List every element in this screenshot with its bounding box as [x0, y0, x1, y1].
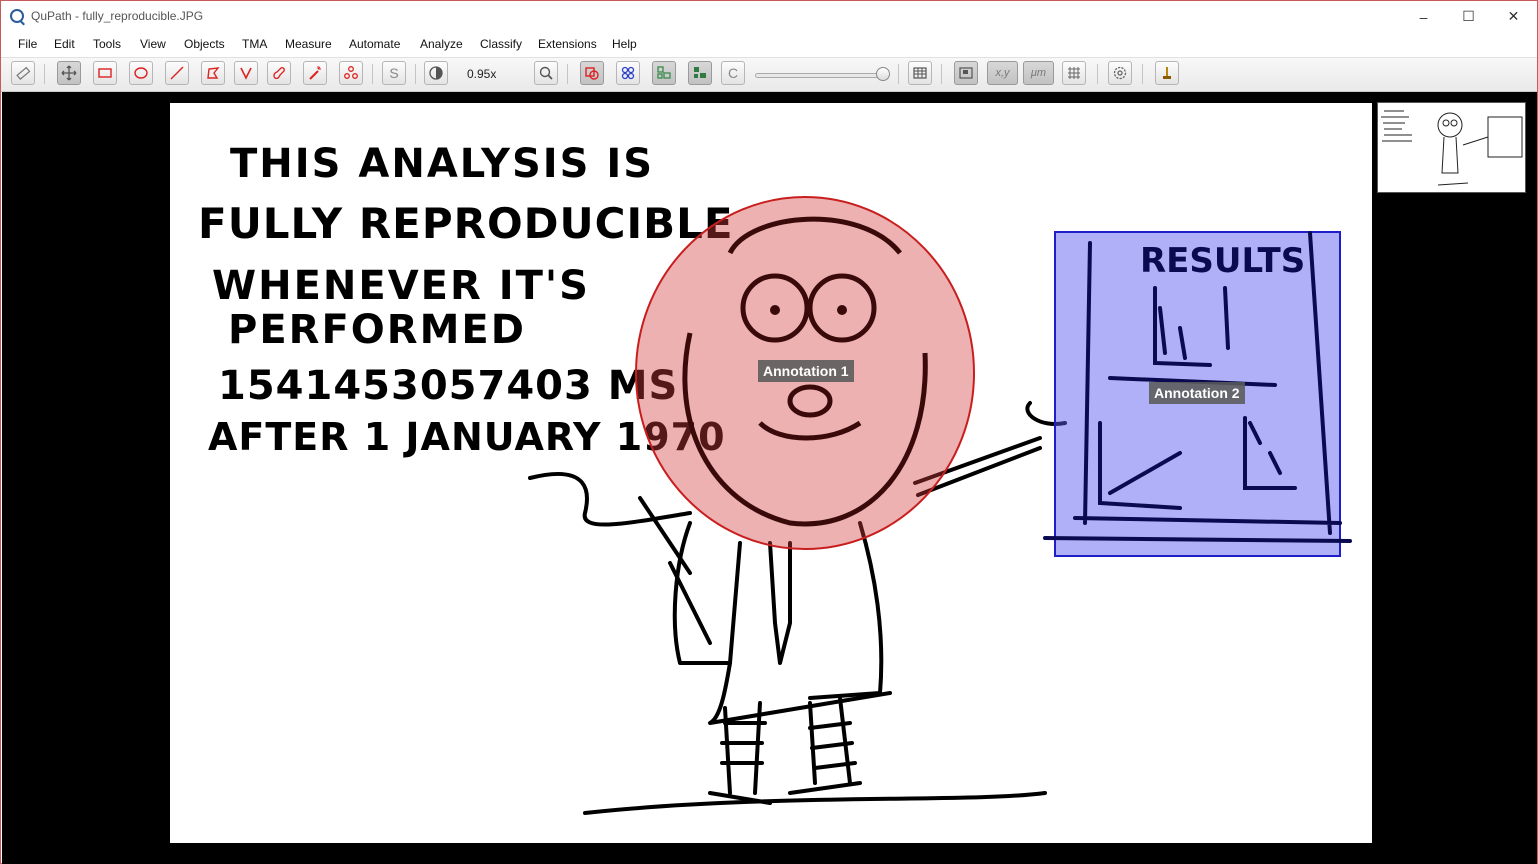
title-bar: QuPath - fully_reproducible.JPG – ☐ ✕: [1, 1, 1537, 32]
show-annotations-icon[interactable]: [580, 61, 604, 85]
menu-edit[interactable]: Edit: [54, 37, 75, 51]
opacity-slider-thumb[interactable]: [876, 67, 890, 81]
rectangle-icon[interactable]: [93, 61, 117, 85]
menu-measure[interactable]: Measure: [285, 37, 332, 51]
location-toggle[interactable]: x,y: [987, 61, 1018, 85]
zoom-level: 0.95x: [467, 67, 497, 81]
menu-extensions[interactable]: Extensions: [538, 37, 597, 51]
menu-tma[interactable]: TMA: [242, 37, 267, 51]
ellipse-icon[interactable]: [129, 61, 153, 85]
show-detections-icon[interactable]: [652, 61, 676, 85]
selection-mode-toggle[interactable]: S: [382, 61, 406, 85]
qupath-logo-icon: [10, 9, 24, 23]
close-button[interactable]: ✕: [1491, 1, 1536, 32]
zoom-to-fit-icon[interactable]: [534, 61, 558, 85]
minimize-button[interactable]: –: [1401, 1, 1446, 32]
wand-icon[interactable]: [303, 61, 327, 85]
measurement-table-icon[interactable]: [908, 61, 932, 85]
menu-classify[interactable]: Classify: [480, 37, 522, 51]
menu-tools[interactable]: Tools: [93, 37, 121, 51]
menu-help[interactable]: Help: [612, 37, 637, 51]
ruler-icon[interactable]: [11, 61, 35, 85]
menu-automate[interactable]: Automate: [349, 37, 400, 51]
annotation-2-label[interactable]: Annotation 2: [1149, 382, 1245, 404]
image-canvas[interactable]: THIS ANALYSIS IS FULLY REPRODUCIBLE WHEN…: [170, 103, 1372, 843]
overview-thumbnail-image: [1381, 110, 1523, 186]
fill-detections-icon[interactable]: [688, 61, 712, 85]
menu-analyze[interactable]: Analyze: [420, 37, 463, 51]
preferences-icon[interactable]: [1108, 61, 1132, 85]
menu-objects[interactable]: Objects: [184, 37, 225, 51]
brush-icon[interactable]: [267, 61, 291, 85]
results-board-drawing: [1043, 231, 1352, 543]
move-icon[interactable]: [57, 61, 81, 85]
board-title: RESULTS: [1140, 241, 1306, 281]
overview-icon[interactable]: [954, 61, 978, 85]
toolbar: S 0.95x C x,y μm: [1, 58, 1537, 92]
show-connections-toggle[interactable]: C: [721, 61, 745, 85]
menu-file[interactable]: File: [18, 37, 37, 51]
scalebar-toggle[interactable]: μm: [1023, 61, 1054, 85]
qupath-window: QuPath - fully_reproducible.JPG – ☐ ✕ Fi…: [0, 0, 1538, 864]
points-icon[interactable]: [339, 61, 363, 85]
log-icon[interactable]: [1155, 61, 1179, 85]
line-icon[interactable]: [165, 61, 189, 85]
opacity-slider[interactable]: [755, 73, 889, 78]
menu-bar: File Edit Tools View Objects TMA Measure…: [1, 32, 1537, 58]
overview-thumbnail[interactable]: [1377, 102, 1526, 193]
grid-icon[interactable]: [1062, 61, 1086, 85]
menu-view[interactable]: View: [140, 37, 166, 51]
polygon-icon[interactable]: [201, 61, 225, 85]
window-title: QuPath - fully_reproducible.JPG: [31, 9, 204, 23]
polyline-icon[interactable]: [234, 61, 258, 85]
brightness-contrast-icon[interactable]: [424, 61, 448, 85]
show-tma-grid-icon[interactable]: [616, 61, 640, 85]
maximize-button[interactable]: ☐: [1446, 1, 1491, 32]
